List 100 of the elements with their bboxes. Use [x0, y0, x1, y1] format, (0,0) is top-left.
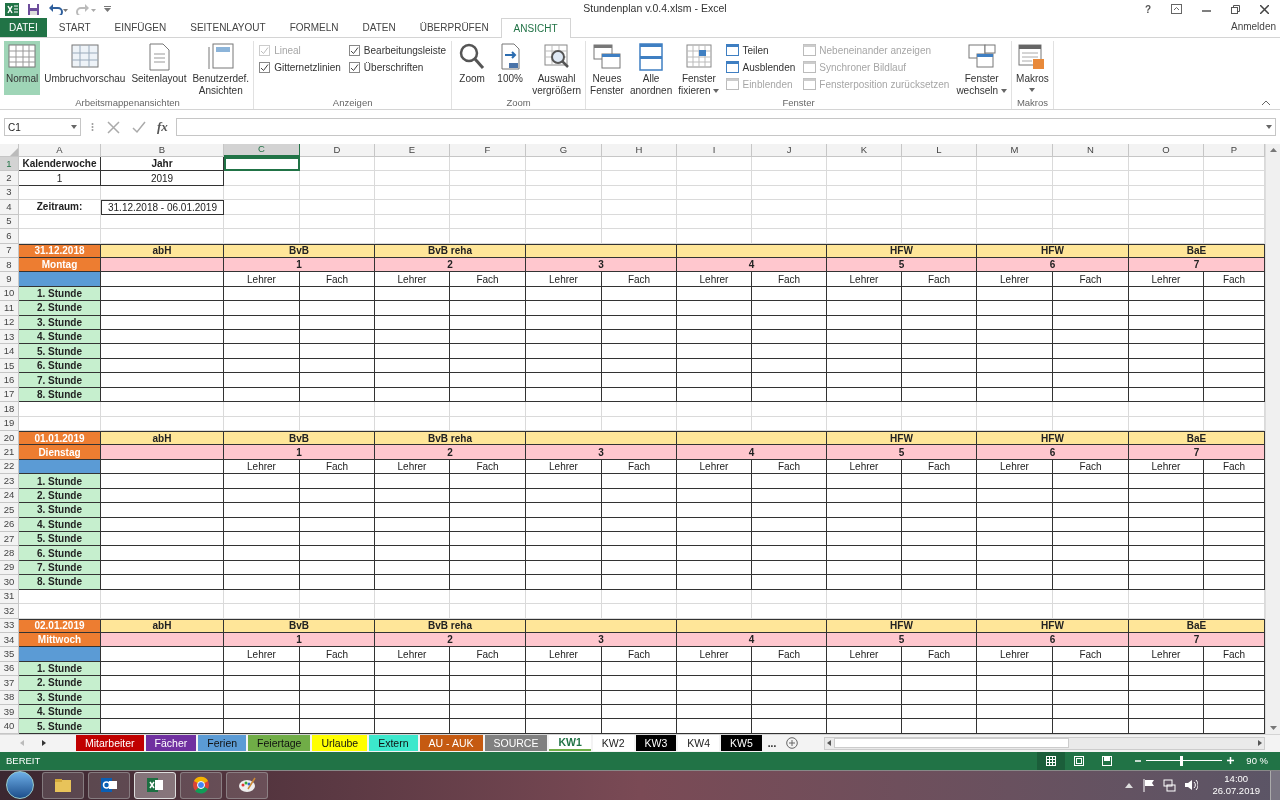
- checkbox[interactable]: [348, 61, 360, 73]
- more-sheets-button[interactable]: ...: [763, 735, 781, 751]
- spreadsheet-app-button[interactable]: [134, 771, 176, 799]
- sheet-tab[interactable]: SOURCE: [484, 735, 548, 752]
- ribbon-tab[interactable]: SEITENLAYOUT: [178, 18, 278, 37]
- column-header[interactable]: A: [19, 144, 101, 157]
- row-number[interactable]: 16: [0, 373, 19, 388]
- ribbon-small-button[interactable]: Teilen: [726, 43, 796, 57]
- add-sheet-icon[interactable]: [786, 737, 799, 750]
- sheet-tab[interactable]: Feiertage: [248, 735, 311, 752]
- speaker-icon[interactable]: [1184, 779, 1199, 792]
- column-header[interactable]: L: [902, 144, 977, 157]
- ribbon-button[interactable]: Makros: [1014, 41, 1051, 95]
- ribbon-button[interactable]: Neues Fenster: [588, 41, 626, 95]
- row-number[interactable]: 11: [0, 301, 19, 316]
- zoom-level[interactable]: 90 %: [1234, 753, 1280, 768]
- name-box[interactable]: C1: [4, 118, 81, 136]
- row-number[interactable]: 21: [0, 445, 19, 460]
- sheet-tab[interactable]: AU - AUK: [419, 735, 483, 752]
- row-number[interactable]: 20: [0, 431, 19, 446]
- save-icon[interactable]: [27, 2, 40, 16]
- vertical-scrollbar[interactable]: [1265, 144, 1280, 734]
- sheet-tab[interactable]: Extern: [369, 735, 418, 752]
- undo-icon[interactable]: [48, 3, 68, 15]
- formula-input[interactable]: [175, 118, 1276, 136]
- row-number[interactable]: 14: [0, 344, 19, 359]
- checkbox-option[interactable]: Bearbeitungsleiste: [348, 43, 447, 57]
- column-header[interactable]: G: [526, 144, 602, 157]
- sheet-tab[interactable]: KW4: [678, 735, 720, 752]
- row-number[interactable]: 18: [0, 402, 19, 417]
- file-explorer-button[interactable]: [42, 771, 84, 799]
- row-number[interactable]: 28: [0, 546, 19, 561]
- restore-icon[interactable]: [1231, 4, 1240, 14]
- ribbon-button[interactable]: Seitenlayout: [129, 41, 189, 95]
- ribbon-button[interactable]: Auswahl vergrößern: [530, 41, 584, 95]
- ribbon-button[interactable]: Zoom: [454, 41, 491, 95]
- insert-function-button[interactable]: fx: [155, 117, 170, 137]
- column-header[interactable]: N: [1053, 144, 1129, 157]
- file-tab[interactable]: DATEI: [0, 18, 47, 37]
- ribbon-button[interactable]: Benutzerdef. Ansichten: [190, 41, 252, 95]
- row-number[interactable]: 13: [0, 330, 19, 345]
- row-number[interactable]: 35: [0, 647, 19, 662]
- next-sheet-icon[interactable]: [42, 740, 46, 747]
- customize-caret-icon[interactable]: [104, 6, 111, 12]
- row-number[interactable]: 25: [0, 503, 19, 518]
- ribbon-button[interactable]: Alle anordnen: [627, 41, 675, 95]
- column-header[interactable]: B: [101, 144, 224, 157]
- active-cell[interactable]: [224, 157, 300, 172]
- checkbox-option[interactable]: Gitternetzlinien: [259, 60, 341, 74]
- ribbon-tab[interactable]: ANSICHT: [500, 18, 571, 38]
- zoom-out-icon[interactable]: [1135, 757, 1142, 764]
- row-number[interactable]: 23: [0, 474, 19, 489]
- ribbon-tab[interactable]: DATEN: [350, 18, 408, 37]
- column-header[interactable]: P: [1204, 144, 1265, 157]
- sheet-tab[interactable]: KW2: [592, 735, 634, 752]
- checkbox-option[interactable]: Überschriften: [348, 60, 447, 74]
- column-header[interactable]: E: [375, 144, 450, 157]
- clock[interactable]: 14:00 26.07.2019: [1202, 773, 1270, 798]
- help-button[interactable]: ?: [1138, 1, 1157, 17]
- zoom-in-icon[interactable]: [1227, 757, 1235, 765]
- row-number[interactable]: 1: [0, 157, 19, 172]
- column-header[interactable]: K: [827, 144, 902, 157]
- column-header[interactable]: J: [752, 144, 827, 157]
- ribbon-tab[interactable]: FORMELN: [277, 18, 351, 37]
- checkbox[interactable]: [259, 61, 271, 73]
- column-header[interactable]: M: [977, 144, 1053, 157]
- sheet-tab[interactable]: KW5: [721, 735, 762, 752]
- sign-in-link[interactable]: Anmelden: [1230, 19, 1280, 37]
- row-number[interactable]: 39: [0, 705, 19, 720]
- sheet-tab[interactable]: Fächer: [145, 735, 197, 752]
- row-number[interactable]: 9: [0, 272, 19, 287]
- collapse-ribbon-icon[interactable]: [1262, 100, 1270, 105]
- ribbon-options-icon[interactable]: [1171, 4, 1182, 14]
- row-number[interactable]: 4: [0, 200, 19, 215]
- zoom-slider[interactable]: [1146, 755, 1223, 766]
- sheet-tab[interactable]: Urlaube: [312, 735, 368, 752]
- column-header[interactable]: I: [677, 144, 752, 157]
- row-number[interactable]: 6: [0, 229, 19, 244]
- zoom-thumb[interactable]: [1179, 755, 1183, 766]
- ribbon-button[interactable]: Umbruchvorschau: [42, 41, 128, 95]
- network-icon[interactable]: [1163, 778, 1177, 792]
- column-header[interactable]: O: [1129, 144, 1204, 157]
- row-number[interactable]: 37: [0, 676, 19, 691]
- row-number[interactable]: 32: [0, 604, 19, 619]
- mail-app-button[interactable]: [88, 771, 130, 799]
- horizontal-scrollbar[interactable]: [824, 736, 1265, 750]
- start-button[interactable]: [6, 771, 34, 800]
- ribbon-button[interactable]: Normal: [4, 41, 41, 95]
- column-header[interactable]: C: [224, 144, 300, 157]
- sheet-tab[interactable]: Mitarbeiter: [76, 735, 144, 752]
- checkbox[interactable]: [348, 44, 360, 56]
- browser-button[interactable]: [180, 771, 222, 799]
- sheet-tab[interactable]: KW1: [549, 735, 591, 752]
- paint-app-button[interactable]: [226, 771, 268, 799]
- close-icon[interactable]: [1260, 4, 1269, 14]
- ribbon-button[interactable]: Fenster wechseln: [954, 41, 1010, 95]
- ribbon-button[interactable]: Fenster fixieren: [676, 41, 722, 95]
- flag-icon[interactable]: [1143, 778, 1156, 792]
- ribbon-button[interactable]: 100%: [492, 41, 529, 95]
- ribbon-tab[interactable]: EINFÜGEN: [102, 18, 179, 37]
